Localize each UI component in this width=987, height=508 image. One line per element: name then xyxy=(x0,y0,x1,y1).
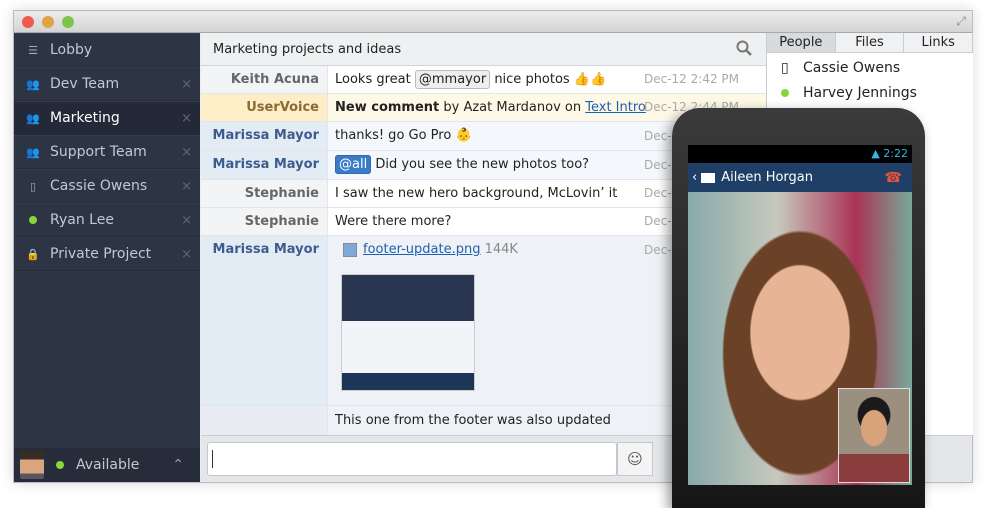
room-title: Marketing projects and ideas xyxy=(213,41,402,57)
message-text: This one from the footer was also update… xyxy=(335,413,611,428)
phone-status-bar: ▲ 2:22 xyxy=(871,147,908,160)
group-icon: 👥 xyxy=(26,77,40,91)
online-dot-icon xyxy=(781,85,799,101)
file-link[interactable]: footer-update.png xyxy=(363,242,480,257)
person-item[interactable]: ▯ Cassie Owens xyxy=(767,55,973,80)
message-timestamp: Dec- xyxy=(644,186,672,200)
close-icon[interactable]: × xyxy=(181,77,192,92)
message-author: Marissa Mayor xyxy=(201,236,328,405)
list-icon: ☰ xyxy=(28,43,38,57)
title-bar: ⤢ xyxy=(14,11,972,33)
sidebar-item-dev-team[interactable]: 👥 Dev Team × xyxy=(14,67,200,101)
person-name: Harvey Jennings xyxy=(803,84,917,101)
message-text: thanks! go Go Pro xyxy=(335,128,452,143)
message-author: Stephanie LaSala xyxy=(201,208,328,256)
room-header: Marketing projects and ideas xyxy=(201,33,766,66)
video-camera-icon xyxy=(701,172,716,183)
call-header: ‹ Aileen Horgan ☎ xyxy=(688,163,912,192)
phone-time: 2:22 xyxy=(883,147,908,160)
person-name: Cassie Owens xyxy=(803,59,901,76)
emoji-button[interactable]: ☺ xyxy=(617,442,653,476)
message-text: I saw the new hero background, McLovin’ … xyxy=(335,186,618,201)
close-icon[interactable]: × xyxy=(181,111,192,126)
avatar xyxy=(20,451,44,479)
sidebar-item-label: Lobby xyxy=(50,42,93,58)
phone-mockup: ▲ 2:22 ‹ Aileen Horgan ☎ xyxy=(672,108,925,508)
self-video-preview xyxy=(838,388,910,483)
sidebar-item-label: Marketing xyxy=(50,110,120,126)
caller-name: Aileen Horgan xyxy=(721,170,813,185)
image-thumbnail[interactable] xyxy=(341,274,475,391)
message-row: Keith Acuna Looks great @mmayor nice phot… xyxy=(201,66,766,94)
tab-people[interactable]: People xyxy=(767,33,836,52)
phone-screen: ▲ 2:22 ‹ Aileen Horgan ☎ xyxy=(688,145,912,485)
status-label: Available xyxy=(76,457,140,473)
sidebar-item-marketing[interactable]: 👥 Marketing × xyxy=(14,101,200,135)
file-size: 144K xyxy=(484,242,518,257)
message-timestamp: Dec- xyxy=(644,243,672,257)
mobile-icon: ▯ xyxy=(29,179,37,193)
smiley-icon: ☺ xyxy=(627,450,643,468)
sidebar: ☰ Lobby 👥 Dev Team × 👥 Marketing × 👥 Support T… xyxy=(14,33,200,482)
sidebar-item-cassie-owens[interactable]: ▯ Cassie Owens × xyxy=(14,169,200,203)
minimize-window-button[interactable] xyxy=(42,16,54,28)
sidebar-item-ryan-lee[interactable]: Ryan Lee × xyxy=(14,203,200,237)
person-item[interactable]: Harvey Jennings xyxy=(767,80,973,105)
sidebar-item-label: Private Project xyxy=(50,246,152,262)
close-icon[interactable]: × xyxy=(181,213,192,228)
message-text: Looks great xyxy=(335,72,411,87)
message-author: UserVoice xyxy=(201,94,328,121)
search-icon[interactable] xyxy=(736,40,752,56)
online-dot-icon xyxy=(56,461,64,469)
message-text: nice photos 👍👍 xyxy=(494,72,607,87)
message-author: Keith Acuna xyxy=(201,66,328,93)
message-timestamp: Dec-12 2:42 PM xyxy=(644,72,739,86)
tab-links[interactable]: Links xyxy=(904,33,974,52)
online-dot-icon xyxy=(24,214,42,227)
maximize-window-button[interactable] xyxy=(62,16,74,28)
message-author: Marissa Mayor xyxy=(201,151,328,179)
mention-tag[interactable]: @mmayor xyxy=(414,70,491,89)
group-icon: 👥 xyxy=(26,145,40,159)
message-text: New comment xyxy=(335,100,440,115)
image-file-icon xyxy=(343,242,357,257)
message-text: Did you see the new photos too? xyxy=(375,157,590,172)
tab-files[interactable]: Files xyxy=(835,33,905,52)
lock-icon: 🔒 xyxy=(26,247,40,261)
mention-tag[interactable]: @all xyxy=(335,155,372,174)
sidebar-item-label: Cassie Owens xyxy=(50,178,148,194)
hang-up-icon[interactable]: ☎ xyxy=(885,170,902,186)
close-window-button[interactable] xyxy=(22,16,34,28)
message-timestamp: Dec- xyxy=(644,158,672,172)
fullscreen-icon[interactable]: ⤢ xyxy=(956,14,966,29)
sidebar-item-support-team[interactable]: 👥 Support Team × xyxy=(14,135,200,169)
back-icon[interactable]: ‹ xyxy=(692,170,697,185)
close-icon[interactable]: × xyxy=(181,247,192,262)
message-timestamp: Dec- xyxy=(644,129,672,143)
video-feed xyxy=(688,192,912,485)
sidebar-item-label: Dev Team xyxy=(50,76,120,92)
message-input[interactable] xyxy=(207,442,617,476)
group-icon: 👥 xyxy=(26,111,40,125)
message-author: Stephanie LaSala xyxy=(201,180,328,228)
message-author: Marissa Mayor xyxy=(201,122,328,150)
mobile-icon: ▯ xyxy=(781,59,789,76)
sidebar-item-lobby[interactable]: ☰ Lobby xyxy=(14,33,200,67)
status-selector[interactable]: Available ⌃ xyxy=(14,448,200,482)
baby-emoji-icon: 👶 xyxy=(455,128,472,143)
sidebar-item-label: Support Team xyxy=(50,144,147,160)
sidebar-item-label: Ryan Lee xyxy=(50,212,114,228)
sidebar-item-private-project[interactable]: 🔒 Private Project × xyxy=(14,237,200,271)
close-icon[interactable]: × xyxy=(181,145,192,160)
text-intro-link[interactable]: Text Intro xyxy=(585,100,646,115)
message-text: by Azat Mardanov on xyxy=(443,100,582,115)
close-icon[interactable]: × xyxy=(181,179,192,194)
message-text: Were there more? xyxy=(335,214,452,229)
chevron-up-icon: ⌃ xyxy=(172,457,184,473)
message-timestamp: Dec- xyxy=(644,214,672,228)
